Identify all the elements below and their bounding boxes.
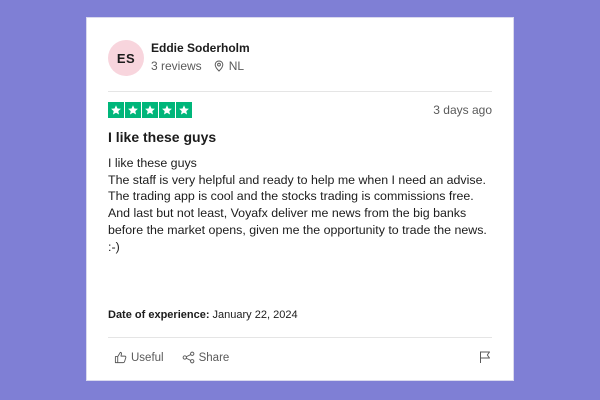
avatar[interactable]: ES [108, 40, 144, 76]
review-card: ES Eddie Soderholm 3 reviews NL 3 days a… [86, 17, 514, 381]
report-button[interactable] [478, 350, 492, 369]
review-line: And last but not least, Voyafx deliver m… [108, 206, 487, 254]
location-pin-icon [214, 60, 223, 72]
review-body: I like these guys The staff is very help… [108, 155, 494, 255]
reviewer-name[interactable]: Eddie Soderholm [151, 41, 250, 55]
reviewer-meta: 3 reviews NL [151, 59, 244, 73]
experience-label: Date of experience: [108, 309, 210, 321]
flag-icon [480, 351, 490, 363]
review-line: I like these guys [108, 156, 197, 170]
star-icon [176, 102, 192, 118]
reviewer-location: NL [214, 59, 244, 73]
review-title[interactable]: I like these guys [108, 129, 216, 145]
experience-date: January 22, 2024 [212, 309, 298, 321]
share-button[interactable]: Share [182, 351, 230, 364]
review-actions: Useful Share [114, 351, 247, 364]
review-line: The staff is very helpful and ready to h… [108, 172, 486, 187]
review-count: 3 reviews [151, 59, 202, 73]
footer-divider [108, 337, 492, 338]
thumbs-up-icon [114, 351, 127, 364]
star-rating [108, 102, 193, 118]
useful-label: Useful [131, 351, 164, 364]
star-icon [159, 102, 175, 118]
useful-button[interactable]: Useful [114, 351, 164, 364]
review-date: 3 days ago [433, 103, 492, 117]
share-icon [182, 351, 194, 364]
review-line: The trading app is cool and the stocks t… [108, 189, 474, 204]
star-icon [108, 102, 124, 118]
star-icon [142, 102, 158, 118]
country-code: NL [228, 59, 245, 73]
share-label: Share [198, 351, 230, 364]
date-of-experience: Date of experience: January 22, 2024 [108, 309, 298, 321]
header-divider [108, 91, 492, 92]
star-icon [125, 102, 141, 118]
